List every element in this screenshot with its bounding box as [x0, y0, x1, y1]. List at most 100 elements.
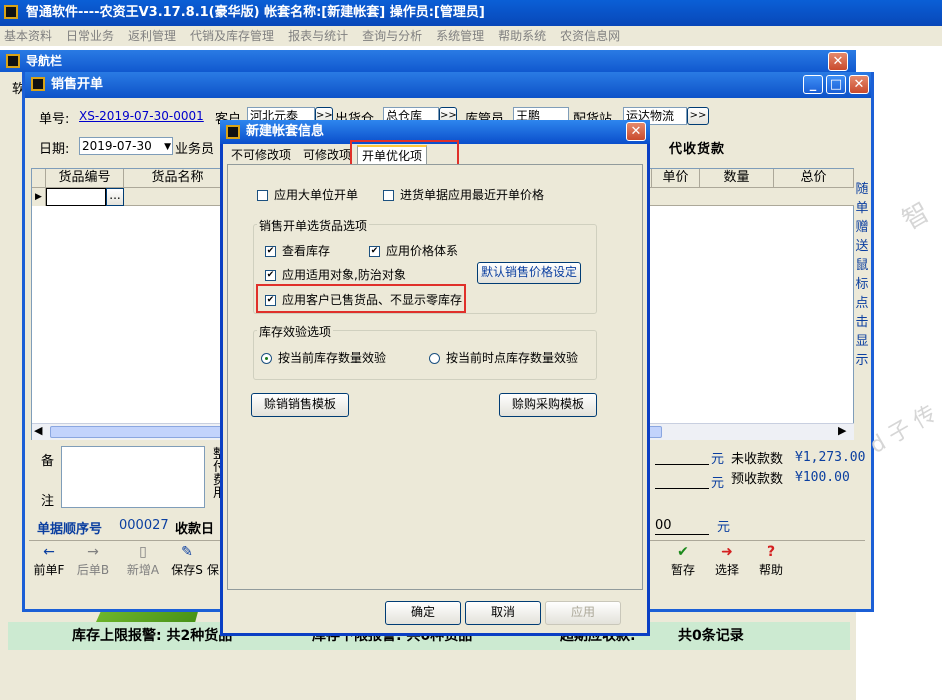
unpaid-label: 未收款数 [731, 452, 784, 467]
checkbox-checked-icon[interactable]: ✔ [265, 270, 276, 281]
radio-icon[interactable] [429, 353, 440, 364]
nav-close-button[interactable]: ✕ [828, 52, 848, 71]
menu-item[interactable]: 日常业务 [66, 29, 114, 43]
close-button[interactable]: ✕ [849, 75, 869, 94]
minimize-button[interactable]: _ [803, 75, 823, 94]
sales-title-bar: 销售开单 [25, 72, 871, 98]
menu-item[interactable]: 查询与分析 [362, 29, 422, 43]
option-label: 按当前库存数量效验 [278, 351, 387, 365]
next-order-button[interactable]: → 后单B [71, 544, 115, 580]
check-arrow-icon: ✔ [677, 544, 689, 560]
checkbox-checked-icon[interactable]: ✔ [369, 246, 380, 257]
ok-button[interactable]: 确定 [385, 601, 461, 625]
maximize-button[interactable]: □ [826, 75, 846, 94]
remarks-textarea[interactable] [61, 446, 205, 508]
row-header-corner [32, 169, 46, 188]
menu-item[interactable]: 基本资料 [4, 29, 52, 43]
column-header[interactable]: 货品名称 [124, 169, 232, 188]
side-hint-char: 送 [855, 239, 869, 254]
side-hint-char: 随 [855, 182, 869, 197]
big-unit-option[interactable]: 应用大单位开单 [257, 186, 358, 203]
arrow-right-icon: → [87, 544, 99, 560]
tab-editable[interactable]: 可修改项 [299, 146, 355, 166]
side-hint-char: 示 [855, 353, 869, 368]
timepoint-stock-radio[interactable]: 按当前时点库存数量效验 [429, 349, 578, 366]
dialog-title: 新建帐套信息 [246, 124, 325, 139]
date-label: 日期: [39, 142, 70, 157]
nav-logo-icon [6, 54, 20, 68]
button-label: 前单F [33, 563, 65, 577]
app-title-bar: 智通软件----农资王V3.17.8.1(豪华版) 帐套名称:[新建帐套] 操作… [0, 0, 942, 26]
prepaid-label: 预收款数 [731, 472, 784, 487]
select-arrow-icon: ➜ [721, 544, 733, 560]
amount-underline [655, 534, 709, 535]
current-row-indicator-icon: ▶ [32, 188, 46, 206]
group-title: 库存效验选项 [257, 323, 334, 340]
chevron-down-icon[interactable]: ▼ [164, 139, 171, 154]
tab-readonly[interactable]: 不可修改项 [227, 146, 295, 166]
option-label: 应用价格体系 [386, 244, 459, 258]
goods-code-cell[interactable] [46, 188, 106, 206]
new-order-button[interactable]: ▯ 新增A [121, 544, 165, 580]
side-hint-char: 鼠 [855, 258, 869, 273]
dialog-close-button[interactable]: ✕ [626, 122, 646, 141]
amount-tail: 00 [655, 518, 672, 533]
side-hint-char: 标 [855, 277, 869, 292]
side-hint-char: 单 [855, 201, 869, 216]
stock-upper-alert[interactable]: 库存上限报警: 共2种货品 [72, 622, 232, 650]
button-label: 新增A [126, 563, 160, 577]
delivery-picker-button[interactable]: >> [687, 107, 709, 125]
hold-button[interactable]: ✔ 暂存 [661, 544, 705, 580]
menu-item[interactable]: 帮助系统 [498, 29, 546, 43]
purchase-template-button[interactable]: 赊购采购模板 [499, 393, 597, 417]
select-button[interactable]: ➜ 选择 [705, 544, 749, 580]
menu-item[interactable]: 系统管理 [436, 29, 484, 43]
radio-selected-icon[interactable] [261, 353, 272, 364]
current-stock-radio[interactable]: 按当前库存数量效验 [261, 349, 386, 366]
option-label: 按当前时点库存数量效验 [446, 351, 579, 365]
button-label: 选择 [714, 563, 739, 577]
order-no[interactable]: XS-2019-07-30-0001 [79, 109, 204, 123]
remarks-label-bottom: 注 [41, 494, 55, 509]
column-header[interactable]: 货品编号 [46, 169, 124, 188]
default-price-button[interactable]: 默认销售价格设定 [477, 262, 581, 284]
watermark-text: d 子 传 [865, 401, 941, 459]
help-button[interactable]: ? 帮助 [749, 544, 793, 580]
prev-order-button[interactable]: ← 前单F [27, 544, 71, 580]
button-label: 后单B [76, 563, 110, 577]
column-header[interactable]: 单价 [652, 169, 700, 188]
goods-picker-button[interactable]: ... [106, 188, 124, 206]
menu-item[interactable]: 返利管理 [128, 29, 176, 43]
app-logo-icon [4, 5, 18, 19]
column-header[interactable]: 总价 [774, 169, 854, 188]
apply-button[interactable]: 应用 [545, 601, 621, 625]
scroll-right-icon[interactable]: ▶ [838, 424, 846, 437]
checkbox[interactable] [383, 190, 394, 201]
scroll-left-icon[interactable]: ◀ [34, 424, 42, 437]
app-title: 智通软件----农资王V3.17.8.1(豪华版) 帐套名称:[新建帐套] 操作… [26, 5, 485, 20]
side-hint-text[interactable]: 随 单 赠 送 鼠 标 点 击 显 示 [853, 180, 871, 370]
dialog-logo-icon [226, 125, 240, 139]
side-hint-char: 点 [855, 296, 869, 311]
sales-logo-icon [31, 77, 45, 91]
menu-item[interactable]: 农资信息网 [560, 29, 620, 43]
highlight-box [256, 284, 466, 313]
yuan-unit: 元 [711, 452, 725, 467]
view-stock-option[interactable]: ✔ 查看库存 [265, 242, 330, 259]
column-header[interactable]: 数量 [700, 169, 774, 188]
date-field[interactable]: 2019-07-30 ▼ [79, 137, 173, 155]
yuan-unit: 元 [711, 476, 725, 491]
arrow-left-icon: ← [43, 544, 55, 560]
button-label: 保 [206, 563, 219, 577]
price-system-option[interactable]: ✔ 应用价格体系 [369, 242, 458, 259]
target-object-option[interactable]: ✔ 应用适用对象,防治对象 [265, 266, 406, 283]
sales-template-button[interactable]: 赊销销售模板 [251, 393, 349, 417]
menu-item[interactable]: 报表与统计 [288, 29, 348, 43]
menu-item[interactable]: 代销及库存管理 [190, 29, 274, 43]
cancel-button[interactable]: 取消 [465, 601, 541, 625]
checkbox-checked-icon[interactable]: ✔ [265, 246, 276, 257]
checkbox[interactable] [257, 190, 268, 201]
amount-underline [655, 488, 709, 489]
recent-price-option[interactable]: 进货单据应用最近开单价格 [383, 186, 544, 203]
nav-title: 导航栏 [26, 54, 63, 68]
